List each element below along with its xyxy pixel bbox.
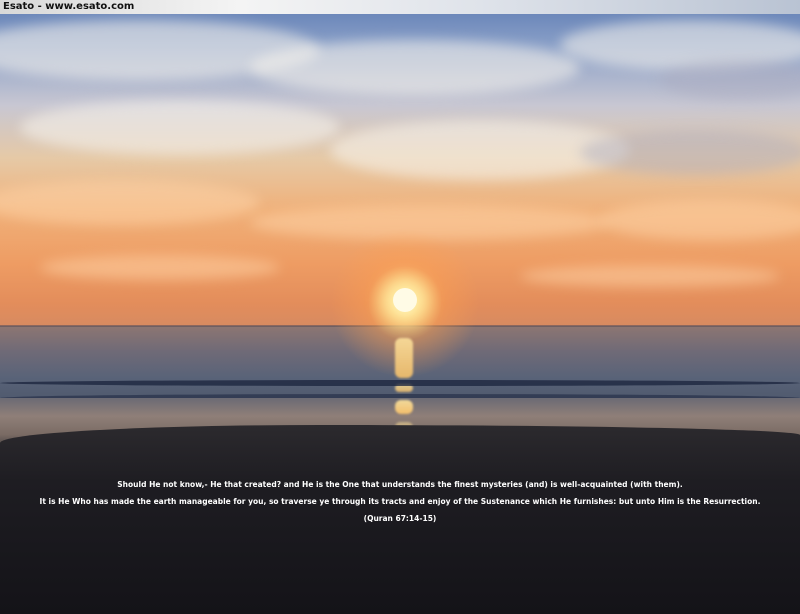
- sun-reflection: [395, 400, 413, 414]
- quote-line-2: It is He Who has made the earth manageab…: [39, 497, 761, 506]
- cloud: [580, 130, 800, 175]
- window-titlebar[interactable]: Esato - www.esato.com: [0, 0, 800, 14]
- quote-reference: (Quran 67:14-15): [363, 514, 437, 523]
- quote-line-1: Should He not know,- He that created? an…: [117, 480, 683, 489]
- sun: [393, 288, 417, 312]
- wave: [0, 380, 800, 386]
- cloud: [520, 265, 780, 287]
- cloud: [250, 40, 580, 95]
- cloud: [40, 255, 280, 280]
- cloud: [20, 100, 340, 155]
- window-title: Esato - www.esato.com: [3, 1, 135, 12]
- sun-reflection: [395, 338, 413, 378]
